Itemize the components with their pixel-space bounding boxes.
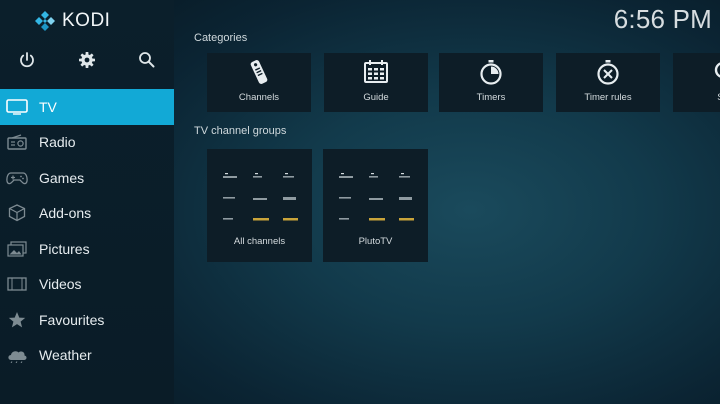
film-icon	[6, 275, 28, 293]
power-icon[interactable]	[17, 50, 37, 70]
kodi-logo: KODI	[34, 9, 110, 33]
category-tile-channels[interactable]: Channels	[207, 53, 311, 112]
category-label: Timer rules	[584, 92, 632, 103]
pictures-icon	[6, 240, 28, 258]
channel-logos-collage	[217, 161, 302, 231]
kodi-logo-icon	[35, 11, 55, 31]
menu-item-favourites[interactable]: Favourites	[0, 302, 174, 338]
menu-label: Radio	[39, 134, 76, 151]
category-tile-timers[interactable]: Timers	[439, 53, 543, 112]
menu-item-addons[interactable]: Add-ons	[0, 196, 174, 232]
main-menu: TV Radio Games Add-ons Pictures Videos F…	[0, 89, 174, 373]
channel-group-label: PlutoTV	[358, 236, 393, 247]
categories-title: Categories	[194, 32, 248, 44]
remote-control-icon	[250, 60, 268, 84]
radio-icon	[6, 133, 28, 151]
menu-item-pictures[interactable]: Pictures	[0, 231, 174, 267]
weather-cloud-icon	[6, 346, 28, 364]
star-icon	[6, 311, 28, 329]
channel-logos-collage	[333, 161, 418, 231]
clock: 6:56 PM	[613, 4, 712, 34]
category-label: Timers	[476, 92, 506, 103]
category-label: Se	[671, 92, 720, 103]
menu-item-radio[interactable]: Radio	[0, 125, 174, 161]
menu-item-weather[interactable]: Weather	[0, 338, 174, 374]
category-label: Guide	[363, 92, 389, 103]
categories-row: Channels Guide Timers Timer rules	[207, 53, 720, 113]
channel-logos-image	[223, 173, 298, 221]
menu-label: Favourites	[39, 311, 105, 328]
gamepad-icon	[6, 169, 28, 187]
channel-groups-title: TV channel groups	[194, 125, 287, 137]
timer-rules-icon	[597, 60, 619, 85]
menu-label: Pictures	[39, 240, 90, 257]
channel-logos-image	[339, 173, 414, 221]
addons-box-icon	[6, 204, 28, 222]
guide-grid-icon	[364, 60, 388, 83]
search-icon[interactable]	[137, 50, 157, 70]
category-tile-search[interactable]: Se	[673, 53, 720, 112]
sidebar: KODI TV Radio Games Add-ons Pictures Vid…	[0, 0, 174, 404]
menu-label: Weather	[39, 347, 92, 364]
channel-group-tile-all-channels[interactable]: All channels	[207, 149, 312, 262]
kodi-app: KODI TV Radio Games Add-ons Pictures Vid…	[0, 0, 720, 404]
gear-icon[interactable]	[77, 50, 97, 70]
top-controls	[0, 46, 174, 74]
category-label: Channels	[238, 92, 280, 103]
menu-label: Games	[39, 169, 85, 186]
stopwatch-icon	[480, 60, 502, 85]
menu-label: Videos	[39, 276, 82, 293]
tv-icon	[6, 98, 28, 116]
category-tile-guide[interactable]: Guide	[324, 53, 428, 112]
category-tile-timer-rules[interactable]: Timer rules	[556, 53, 660, 112]
menu-item-games[interactable]: Games	[0, 160, 174, 196]
channel-group-label: All channels	[233, 236, 286, 247]
menu-item-tv[interactable]: TV	[0, 89, 174, 125]
search-icon	[714, 62, 720, 78]
menu-item-videos[interactable]: Videos	[0, 267, 174, 303]
channel-group-tile-plutotv[interactable]: PlutoTV	[323, 149, 428, 262]
menu-label: TV	[39, 98, 57, 115]
menu-label: Add-ons	[39, 205, 92, 222]
app-name: KODI	[62, 10, 111, 31]
